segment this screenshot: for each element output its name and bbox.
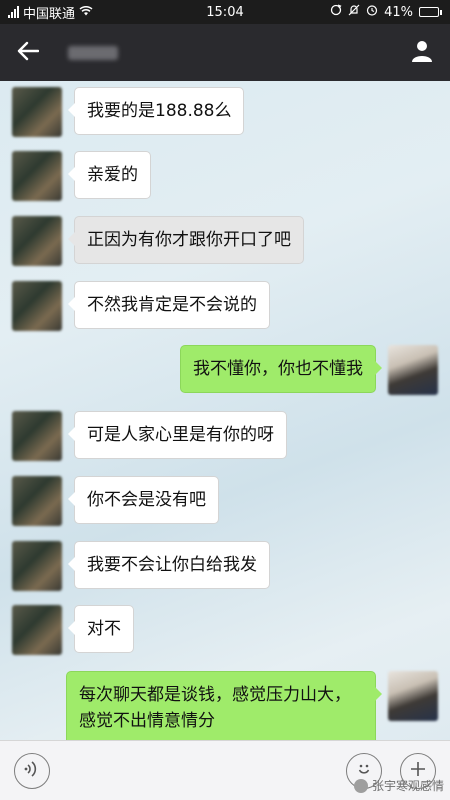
battery-percent: 41% (384, 4, 413, 20)
message-row: 我不懂你，你也不懂我 (180, 345, 438, 395)
chat-area[interactable]: 我要的是188.88么 亲爱的 正因为有你才跟你开口了吧 不然我肯定是不会说的 … (0, 81, 450, 740)
alarm-icon (366, 4, 378, 20)
message-row: 每次聊天都是谈钱，感觉压力山大，感觉不出情意情分 (66, 671, 438, 740)
battery-icon (419, 7, 442, 17)
back-arrow-icon (17, 41, 40, 65)
message-row: 你不会是没有吧 (12, 476, 219, 526)
avatar[interactable] (388, 345, 438, 395)
voice-icon (24, 759, 40, 783)
voice-button[interactable] (14, 752, 50, 789)
message-bubble[interactable]: 可是人家心里是有你的呀 (68, 411, 287, 459)
watermark-text: 张宇寒观感情 (371, 779, 444, 793)
avatar[interactable] (12, 541, 62, 591)
avatar[interactable] (12, 216, 62, 266)
message-row: 亲爱的 (12, 151, 151, 201)
avatar[interactable] (12, 87, 62, 137)
avatar[interactable] (12, 281, 62, 331)
message-bubble[interactable]: 正因为有你才跟你开口了吧 (68, 216, 304, 264)
status-bar: 中国联通 15:04 41% (0, 0, 450, 24)
message-row: 可是人家心里是有你的呀 (12, 411, 287, 461)
mute-icon (348, 4, 360, 20)
message-bubble[interactable]: 我要不会让你白给我发 (68, 541, 270, 589)
message-bubble[interactable]: 每次聊天都是谈钱，感觉压力山大，感觉不出情意情分 (66, 671, 382, 740)
message-row: 正因为有你才跟你开口了吧 (12, 216, 304, 266)
message-row: 我要的是188.88么 (12, 87, 245, 137)
status-left: 中国联通 (8, 3, 158, 22)
message-bubble[interactable]: 我不懂你，你也不懂我 (180, 345, 382, 393)
input-bar: 张宇寒观感情 (0, 740, 450, 800)
back-button[interactable] (0, 24, 56, 81)
contact-name-blurred (68, 45, 118, 60)
profile-button[interactable] (394, 24, 450, 81)
contact-name (68, 43, 394, 63)
message-bubble[interactable]: 我要的是188.88么 (67, 87, 245, 135)
avatar[interactable] (12, 605, 62, 655)
watermark: 张宇寒观感情 (353, 777, 444, 794)
message-row: 我要不会让你白给我发 (12, 541, 270, 591)
signal-icon (8, 6, 19, 18)
carrier-label: 中国联通 (23, 6, 76, 22)
avatar[interactable] (12, 411, 62, 461)
message-row: 对不 (12, 605, 134, 655)
person-icon (410, 39, 434, 67)
avatar[interactable] (388, 671, 438, 721)
status-right: 41% (292, 4, 442, 20)
sync-icon (330, 4, 342, 20)
wifi-icon (79, 5, 93, 20)
avatar[interactable] (12, 151, 62, 201)
status-time: 15:04 (206, 4, 244, 20)
message-bubble[interactable]: 不然我肯定是不会说的 (68, 281, 270, 329)
watermark-logo-icon (353, 778, 368, 793)
message-bubble[interactable]: 亲爱的 (68, 151, 151, 199)
message-bubble[interactable]: 对不 (68, 605, 134, 653)
avatar[interactable] (12, 476, 62, 526)
message-bubble[interactable]: 你不会是没有吧 (68, 476, 219, 524)
message-row: 不然我肯定是不会说的 (12, 281, 270, 331)
chat-header (0, 24, 450, 81)
